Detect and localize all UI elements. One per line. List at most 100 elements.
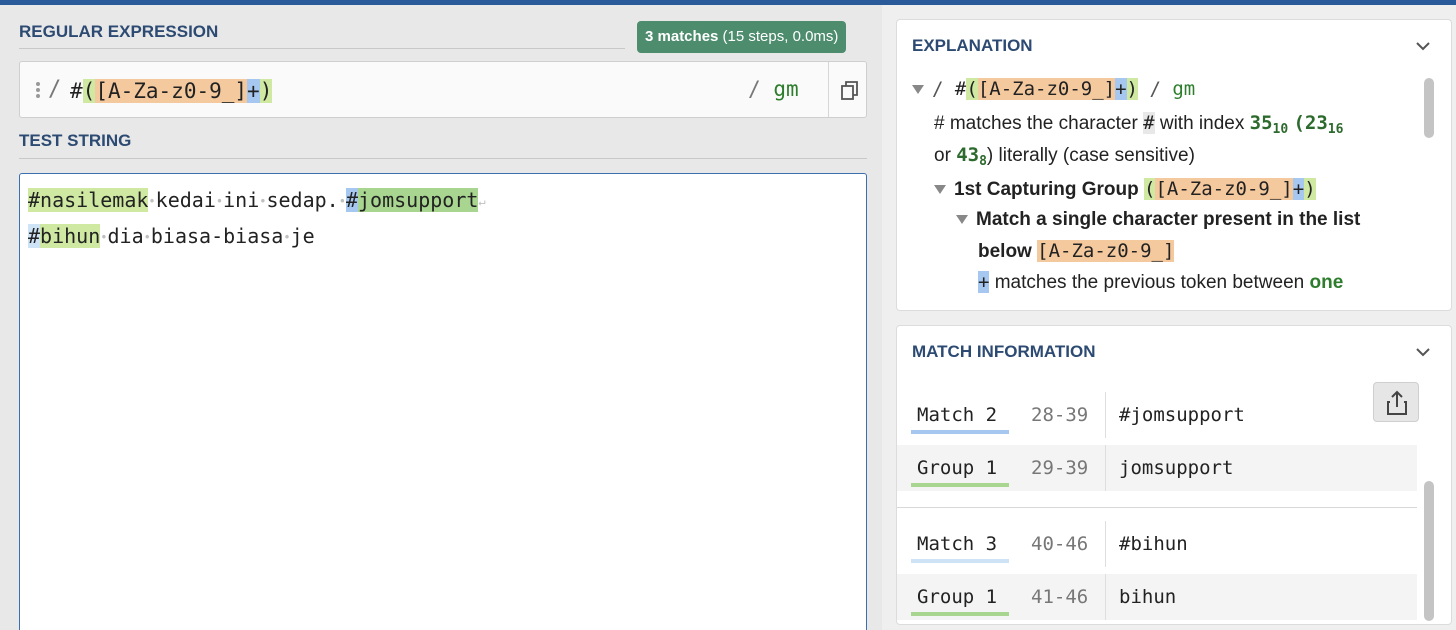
divider <box>1105 521 1106 567</box>
explanation-body: / #([A-Za-z0-9_]+) / gm # matches the ch… <box>912 74 1422 306</box>
quant-token: + <box>978 271 990 293</box>
collapse-triangle-icon[interactable] <box>912 85 924 95</box>
match-hash: # <box>345 188 358 212</box>
explanation-title: EXPLANATION <box>912 36 1033 55</box>
match-word: jomsupport <box>358 188 479 212</box>
explanation-match-single[interactable]: Match a single character present in the … <box>956 205 1360 235</box>
quant-word: one <box>1309 272 1344 293</box>
explanation-root[interactable]: / #([A-Za-z0-9_]+) / gm <box>912 74 1195 104</box>
test-string-title: TEST STRING <box>19 131 132 150</box>
regex-input[interactable]: / #([A-Za-z0-9_]+) / gm <box>19 61 867 118</box>
group-color-bar <box>911 612 1009 616</box>
quant-desc: matches the previous token between <box>994 272 1305 293</box>
row-range: 28-39 <box>1031 404 1089 426</box>
index-octal: 43 <box>956 144 980 166</box>
token-group-open: ( <box>966 78 978 100</box>
explanation-scrollbar[interactable] <box>1424 78 1434 138</box>
desc-text: or <box>934 145 951 166</box>
match-color-bar <box>911 430 1009 434</box>
explanation-group[interactable]: 1st Capturing Group ([A-Za-z0-9_]+) <box>934 174 1316 204</box>
explanation-quantifier: + matches the previous token between one <box>978 267 1343 297</box>
token-quantifier: + <box>247 79 260 103</box>
regex-pattern[interactable]: #([A-Za-z0-9_]+) <box>70 77 273 105</box>
table-row[interactable]: Group 1 41-46 bihun <box>897 574 1417 620</box>
match-color-bar <box>911 559 1009 563</box>
flags: gm <box>1172 78 1196 100</box>
explanation-match-single-cont: below [A-Za-z0-9_] <box>978 236 1175 266</box>
table-row[interactable]: Match 3 40-46 #bihun <box>897 521 1417 567</box>
desc-text: ) literally (case sensitive) <box>986 145 1195 166</box>
sidebar-pane: EXPLANATION / #([A-Za-z0-9_]+) / gm # ma… <box>882 5 1456 630</box>
match-3: #bihun <box>28 224 101 248</box>
whitespace-dot: • <box>283 230 291 245</box>
test-text: sedap. <box>266 188 339 212</box>
match-stats: (15 steps, 0.0ms) <box>722 28 839 45</box>
table-row[interactable]: Group 1 29-39 jomsupport <box>897 445 1417 491</box>
whitespace-dot: • <box>338 194 346 209</box>
export-button[interactable] <box>1373 382 1419 422</box>
test-line-1: #nasilemak•kedai•ini•sedap.•#jomsupport↵ <box>28 186 486 214</box>
row-label: Match 2 <box>917 404 998 426</box>
desc-text: # matches the character <box>934 113 1138 134</box>
row-value: bihun <box>1119 586 1177 608</box>
collapse-triangle-icon[interactable] <box>956 215 968 225</box>
share-icon <box>1387 390 1407 415</box>
class-pattern: [A-Za-z0-9_] <box>1037 240 1175 262</box>
flags-text: gm <box>773 77 799 101</box>
token-quantifier: + <box>1292 178 1305 200</box>
token-char-class: [A-Za-z0-9_] <box>977 78 1116 100</box>
divider <box>19 158 867 159</box>
token-char-class: [A-Za-z0-9_] <box>95 79 248 103</box>
chevron-down-icon[interactable] <box>1413 342 1433 362</box>
match-info-title: MATCH INFORMATION <box>912 342 1096 361</box>
test-line-2: #bihun•dia•biasa-biasa•je <box>28 222 315 250</box>
whitespace-dot: • <box>148 194 156 209</box>
test-string-editor[interactable]: #nasilemak•kedai•ini•sedap.•#jomsupport↵… <box>19 173 867 630</box>
token-literal: # <box>70 79 83 103</box>
row-label: Match 3 <box>917 533 998 555</box>
test-text: biasa-biasa <box>150 224 284 248</box>
collapse-triangle-icon[interactable] <box>934 185 946 195</box>
match-word: bihun <box>40 224 101 248</box>
token-quantifier: + <box>1115 78 1127 100</box>
match-2: #jomsupport <box>345 188 479 212</box>
row-value: jomsupport <box>1119 457 1234 479</box>
token-group-close: ) <box>259 79 273 103</box>
row-label: Group 1 <box>917 457 998 479</box>
copy-icon[interactable] <box>831 62 867 117</box>
token-literal: # <box>954 78 967 100</box>
index-decimal: 35 <box>1249 112 1273 134</box>
group-color-bar <box>911 483 1009 487</box>
table-row[interactable]: Match 2 28-39 #jomsupport <box>897 392 1417 438</box>
token-char-class: [A-Za-z0-9_] <box>1155 178 1293 200</box>
token-group-open: ( <box>82 79 96 103</box>
base-8: 8 <box>979 154 987 169</box>
chevron-down-icon[interactable] <box>1413 36 1433 56</box>
row-range: 41-46 <box>1031 586 1089 608</box>
divider <box>897 507 1417 508</box>
editor-pane: REGULAR EXPRESSION 3 matches (15 steps, … <box>0 5 882 630</box>
match-info-list: Match 2 28-39 #jomsupport Group 1 29-39 … <box>897 376 1417 626</box>
drag-handle-icon[interactable] <box>34 80 42 100</box>
explanation-pattern: #([A-Za-z0-9_]+) <box>955 78 1138 100</box>
divider <box>1105 445 1106 491</box>
regex-section-title: REGULAR EXPRESSION <box>19 22 219 41</box>
regex-flags[interactable]: / gm <box>748 77 799 101</box>
desc-text: with index <box>1159 113 1245 134</box>
match-1: #nasilemak <box>28 188 149 212</box>
row-value: #jomsupport <box>1119 404 1245 426</box>
match-single-label: Match a single character present in the … <box>976 209 1361 230</box>
hash-token: # <box>1143 112 1155 134</box>
token-group-close: ) <box>1126 78 1138 100</box>
group-label: 1st Capturing Group <box>954 179 1139 200</box>
base-10: 10 <box>1272 122 1289 137</box>
delimiter: / <box>932 78 944 100</box>
whitespace-dot: • <box>143 230 151 245</box>
match-count: 3 matches <box>645 28 719 45</box>
match-info-scrollbar[interactable] <box>1424 481 1434 621</box>
test-text: dia <box>107 224 144 248</box>
divider <box>19 48 625 49</box>
row-label: Group 1 <box>917 586 998 608</box>
row-value: #bihun <box>1119 533 1188 555</box>
match-single-label: below <box>978 241 1032 262</box>
